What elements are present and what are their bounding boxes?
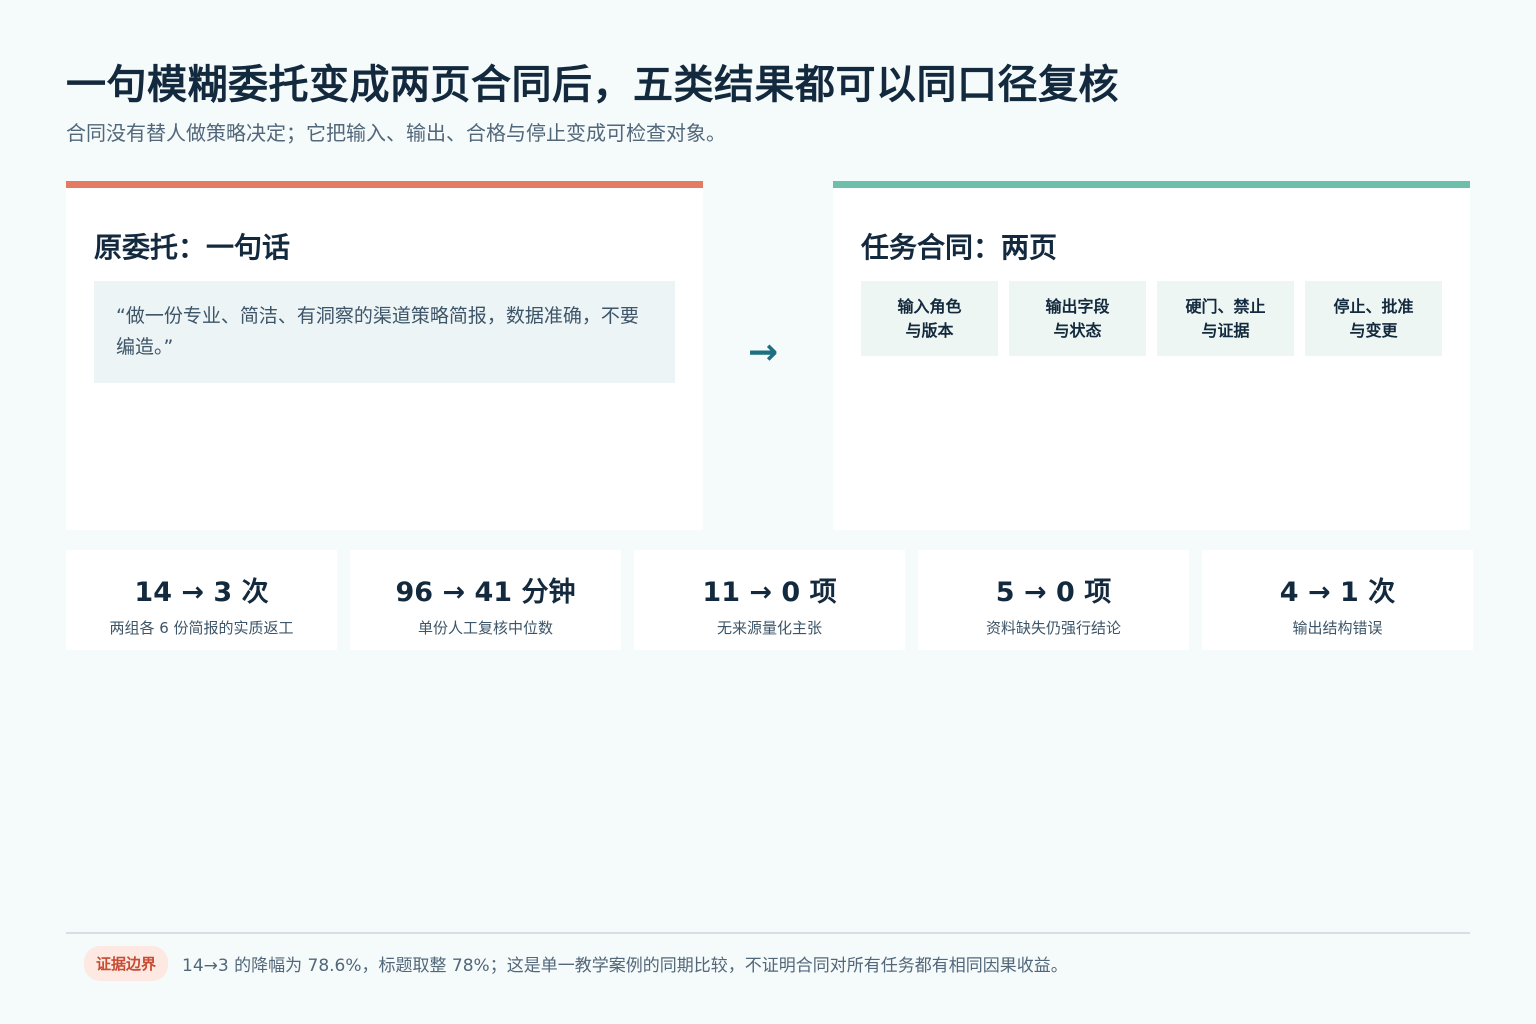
- metric-card: 96 → 41 分钟 单份人工复核中位数: [350, 550, 621, 650]
- original-request-card: 原委托：一句话 “做一份专业、简洁、有洞察的渠道策略简报，数据准确，不要编造。”: [66, 181, 703, 530]
- metric-label: 两组各 6 份简报的实质返工: [109, 619, 294, 637]
- chip-line: 输入角色: [897, 296, 962, 316]
- chip-line: 与证据: [1201, 320, 1250, 340]
- metrics-row: 14 → 3 次 两组各 6 份简报的实质返工 96 → 41 分钟 单份人工复…: [66, 550, 1473, 650]
- original-request-quote: “做一份专业、简洁、有洞察的渠道策略简报，数据准确，不要编造。”: [94, 281, 675, 383]
- metric-label: 输出结构错误: [1292, 619, 1383, 637]
- task-contract-card: 任务合同：两页 输入角色 与版本 输出字段 与状态 硬门、禁止 与证据 停止、批…: [833, 181, 1470, 530]
- metric-value: 11 → 0 项: [702, 577, 837, 608]
- transform-arrow-icon: →: [748, 332, 779, 373]
- metric-label: 资料缺失仍强行结论: [985, 619, 1121, 637]
- metric-card: 11 → 0 项 无来源量化主张: [634, 550, 905, 650]
- contract-chip-gates: 硬门、禁止 与证据: [1157, 281, 1294, 356]
- metric-card: 14 → 3 次 两组各 6 份简报的实质返工: [66, 550, 337, 650]
- metric-label: 无来源量化主张: [716, 619, 822, 637]
- chip-line: 停止、批准: [1333, 296, 1414, 316]
- metric-label: 单份人工复核中位数: [417, 619, 553, 637]
- chip-line: 与变更: [1349, 320, 1398, 340]
- metric-value: 96 → 41 分钟: [395, 577, 576, 608]
- contract-sections: 输入角色 与版本 输出字段 与状态 硬门、禁止 与证据 停止、批准 与变更: [861, 281, 1442, 356]
- evidence-note: 14→3 的降幅为 78.6%，标题取整 78%；这是单一教学案例的同期比较，不…: [182, 956, 1068, 976]
- page-title: 一句模糊委托变成两页合同后，五类结果都可以同口径复核: [66, 62, 1119, 108]
- contract-chip-stop: 停止、批准 与变更: [1305, 281, 1442, 356]
- original-request-heading: 原委托：一句话: [94, 231, 291, 264]
- chip-line: 与状态: [1053, 320, 1102, 340]
- page-subtitle: 合同没有替人做策略决定；它把输入、输出、合格与停止变成可检查对象。: [66, 121, 726, 145]
- chip-line: 与版本: [905, 320, 954, 340]
- metric-value: 14 → 3 次: [134, 577, 269, 608]
- metric-card: 4 → 1 次 输出结构错误: [1202, 550, 1473, 650]
- task-contract-heading: 任务合同：两页: [861, 231, 1058, 264]
- metric-value: 5 → 0 项: [995, 577, 1112, 608]
- chip-line: 硬门、禁止: [1185, 296, 1266, 316]
- chip-line: 输出字段: [1045, 296, 1110, 316]
- evidence-boundary-badge: 证据边界: [84, 946, 169, 981]
- evidence-footer: 证据边界 14→3 的降幅为 78.6%，标题取整 78%；这是单一教学案例的同…: [84, 946, 1068, 981]
- metric-card: 5 → 0 项 资料缺失仍强行结论: [918, 550, 1189, 650]
- contract-chip-output: 输出字段 与状态: [1009, 281, 1146, 356]
- metric-value: 4 → 1 次: [1279, 577, 1396, 608]
- contract-chip-input: 输入角色 与版本: [861, 281, 998, 356]
- footer-divider: [66, 932, 1470, 934]
